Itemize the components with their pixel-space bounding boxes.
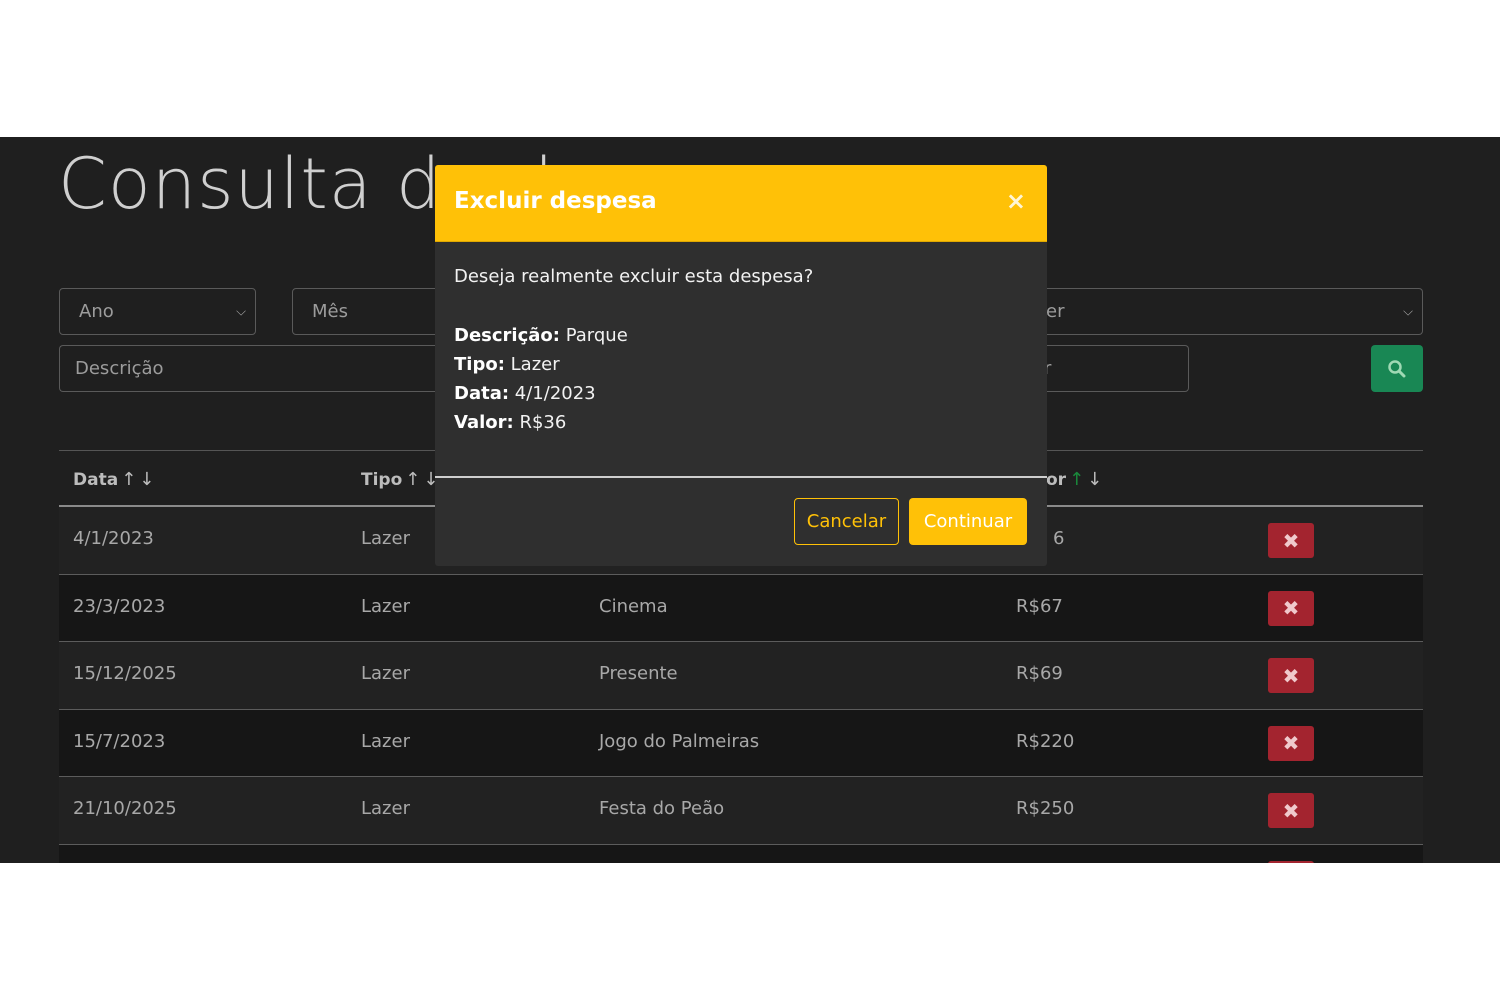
header-type[interactable]: Tipo ↑ ↓ (361, 469, 438, 490)
delete-expense-modal: Excluir despesa × Deseja realmente exclu… (435, 165, 1047, 566)
sort-down-icon[interactable]: ↓ (1087, 469, 1102, 490)
header-date[interactable]: Data ↑ ↓ (73, 469, 154, 490)
sort-up-icon[interactable]: ↑ (405, 469, 420, 490)
detail-type: Tipo: Lazer (454, 354, 560, 375)
x-icon: ✖ (1282, 596, 1300, 620)
header-type-label: Tipo (361, 469, 403, 490)
cell-description: Festa do Peão (599, 798, 725, 819)
chevron-down-icon: ⌵ (236, 304, 246, 319)
sort-down-icon[interactable]: ↓ (139, 469, 154, 490)
cell-type: Lazer (361, 798, 410, 819)
detail-value-value: R$36 (519, 412, 567, 433)
delete-button[interactable]: ✖ (1268, 658, 1314, 693)
x-icon: ✖ (1282, 663, 1300, 688)
modal-question: Deseja realmente excluir esta despesa? (454, 266, 814, 287)
cell-description: Jogo do Palmeiras (599, 730, 760, 752)
type-select[interactable]: er ⌵ (1020, 288, 1423, 335)
table-row: 21/10/2025 Lazer Festa do Peão R$250 ✖ (59, 777, 1423, 845)
detail-value-label: Valor: (454, 412, 514, 433)
cell-type: Lazer (361, 663, 410, 684)
delete-button[interactable]: ✖ (1268, 590, 1314, 626)
table-row: 15/12/2025 Lazer Presente R$69 ✖ (59, 642, 1423, 710)
sort-up-icon[interactable]: ↑ (121, 469, 136, 490)
cell-value: R$69 (1016, 663, 1063, 684)
delete-button[interactable] (1268, 860, 1314, 863)
detail-date-label: Data: (454, 383, 510, 404)
cell-value: R$250 (1016, 798, 1075, 819)
year-select-label: Ano (79, 301, 114, 322)
close-icon[interactable]: × (1006, 189, 1026, 213)
table-row: 23/3/2023 Lazer Cinema R$67 ✖ (59, 574, 1423, 642)
cell-date: 4/1/2023 (73, 528, 154, 549)
sort-up-icon[interactable]: ↑ (1069, 469, 1084, 490)
detail-description: Descrição: Parque (454, 325, 628, 346)
description-input-placeholder: Descrição (75, 358, 164, 379)
cell-value: R$67 (1016, 595, 1063, 617)
cell-value: 6 (1053, 528, 1065, 549)
delete-button[interactable]: ✖ (1268, 725, 1314, 761)
description-input[interactable]: Descrição (59, 345, 452, 392)
cell-value: R$220 (1016, 730, 1075, 752)
cell-description: Presente (599, 663, 678, 684)
detail-type-label: Tipo: (454, 354, 505, 375)
cell-date: 21/10/2025 (73, 798, 177, 819)
continue-button[interactable]: Continuar (909, 498, 1027, 545)
x-icon: ✖ (1282, 731, 1300, 755)
chevron-down-icon: ⌵ (1403, 304, 1413, 319)
cancel-button[interactable]: Cancelar (794, 498, 899, 545)
modal-body: Deseja realmente excluir esta despesa? D… (435, 242, 1047, 478)
header-value-label: or (1046, 469, 1067, 490)
cell-date: 15/7/2023 (73, 730, 166, 752)
cell-type: Lazer (361, 595, 410, 617)
table-row: 15/7/2023 Lazer Jogo do Palmeiras R$220 … (59, 709, 1423, 777)
detail-type-value: Lazer (510, 354, 560, 375)
x-icon: ✖ (1282, 798, 1300, 823)
detail-date: Data: 4/1/2023 (454, 383, 596, 404)
cell-description: Cinema (599, 595, 668, 617)
cell-type: Lazer (361, 528, 410, 549)
detail-value: Valor: R$36 (454, 412, 566, 433)
detail-description-value: Parque (565, 325, 628, 346)
cell-date: 23/3/2023 (73, 595, 166, 617)
detail-description-label: Descrição: (454, 325, 560, 346)
modal-title: Excluir despesa (454, 188, 657, 214)
delete-button[interactable]: ✖ (1268, 523, 1314, 558)
header-date-label: Data (73, 469, 119, 490)
x-icon: ✖ (1282, 528, 1300, 553)
detail-date-value: 4/1/2023 (514, 383, 596, 404)
cell-date: 15/12/2025 (73, 663, 177, 684)
header-value[interactable]: or ↑ ↓ (1046, 469, 1102, 490)
cell-type: Lazer (361, 730, 410, 752)
search-icon (1388, 359, 1406, 377)
year-select[interactable]: Ano ⌵ (59, 288, 256, 335)
modal-header: Excluir despesa × (435, 165, 1047, 242)
month-select-label: Mês (312, 301, 348, 322)
table-row (59, 844, 1423, 863)
delete-button[interactable]: ✖ (1268, 793, 1314, 828)
search-button[interactable] (1371, 345, 1423, 392)
month-select[interactable]: Mês (292, 288, 452, 335)
